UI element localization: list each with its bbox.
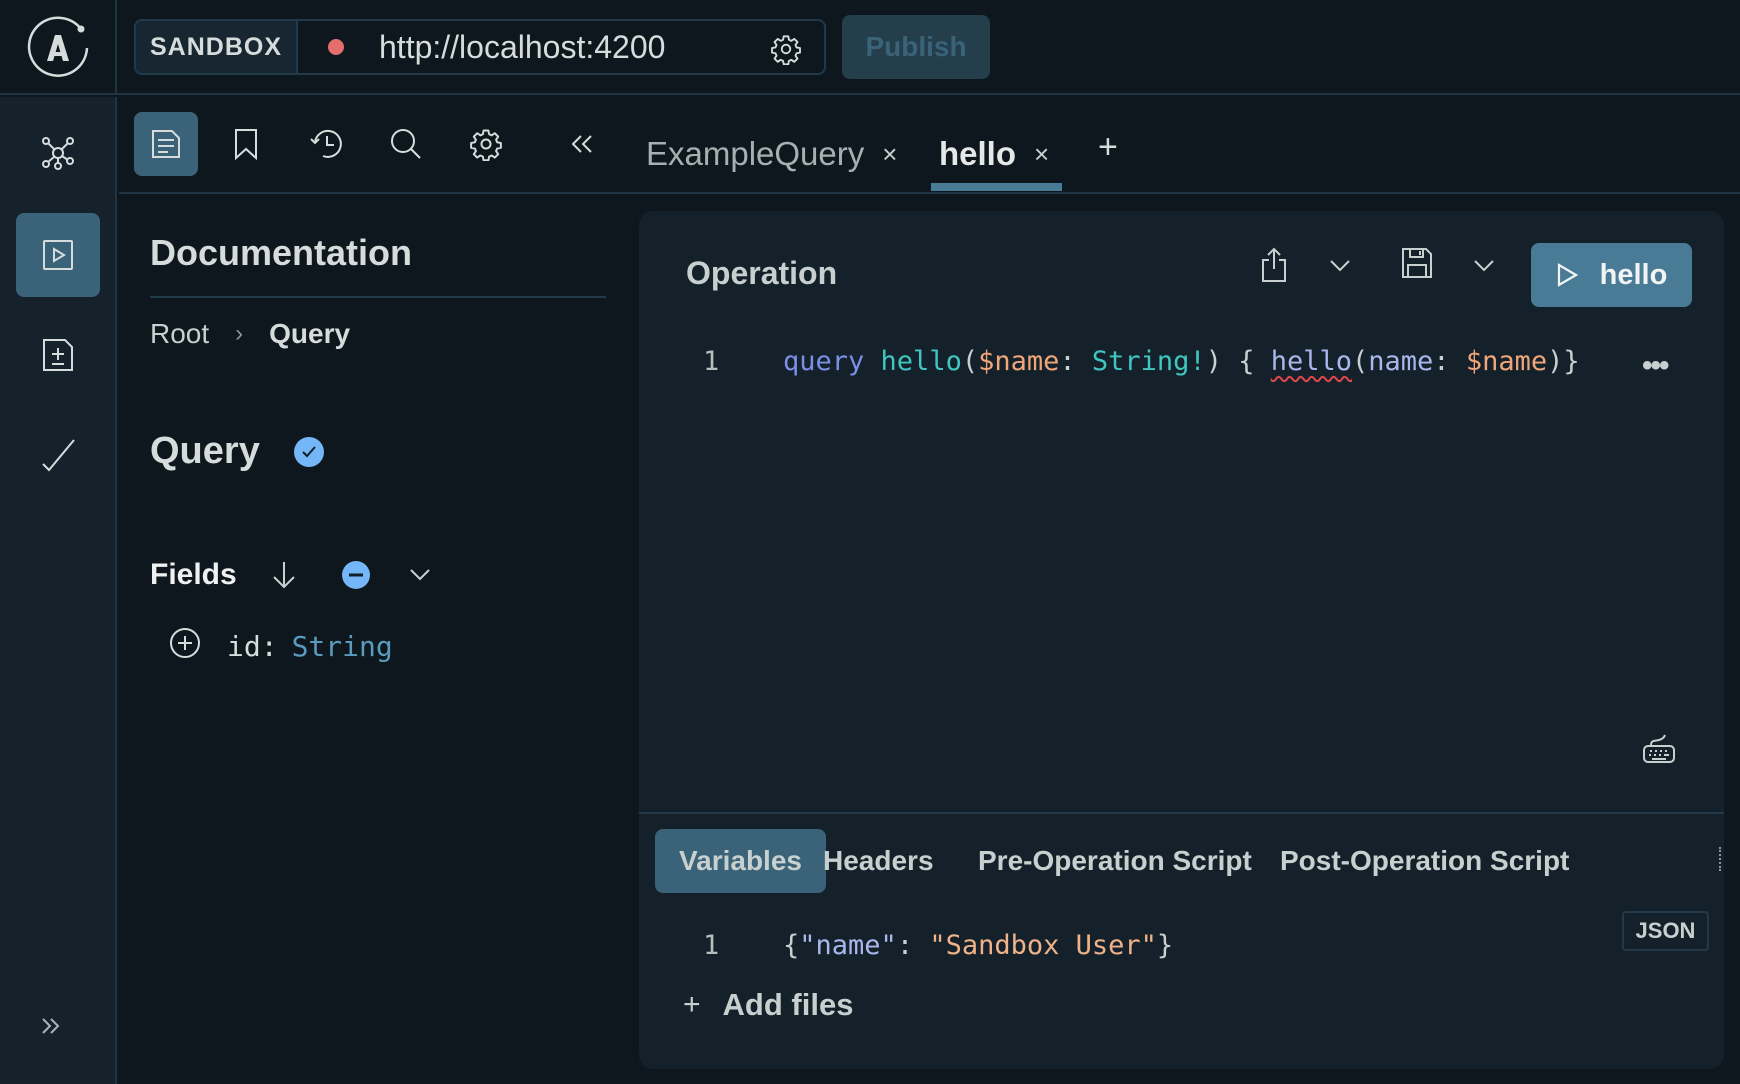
chevron-down-icon[interactable] [409, 568, 431, 582]
rail-item-changelog[interactable] [16, 313, 100, 397]
type-heading: Query [150, 430, 324, 473]
chevron-down-icon[interactable] [1473, 259, 1495, 278]
check-icon [42, 439, 75, 472]
field-name[interactable]: id: [227, 630, 278, 663]
close-icon[interactable]: × [1034, 139, 1049, 170]
add-tab-button[interactable]: + [1098, 128, 1118, 167]
close-icon[interactable]: × [882, 139, 897, 170]
operation-title: Operation [686, 255, 838, 291]
rail-item-explorer[interactable] [16, 213, 100, 297]
chevron-down-icon[interactable] [1329, 259, 1351, 278]
tab-label: ExampleQuery [646, 135, 865, 172]
keyboard-icon[interactable] [1642, 731, 1676, 770]
documentation-panel: Documentation Root › Query Query Fields … [119, 196, 629, 1084]
more-options-icon[interactable]: ••• [1642, 349, 1669, 383]
tab-pre-operation-script[interactable]: Pre-Operation Script [954, 829, 1276, 893]
file-diff-icon [43, 339, 73, 371]
type-name: Query [150, 430, 260, 472]
run-label: hello [1599, 258, 1668, 291]
collections-button[interactable] [214, 112, 278, 176]
search-icon [391, 129, 421, 159]
endpoint-url[interactable]: http://localhost:4200 [379, 29, 665, 66]
variables-text[interactable]: {"name": "Sandbox User"} [783, 930, 1173, 961]
code-editor-line[interactable]: 1 query hello($name: String!) { hello(na… [639, 341, 1724, 381]
apollo-logo-icon[interactable] [25, 15, 91, 81]
share-icon[interactable] [1259, 247, 1289, 288]
save-icon[interactable] [1401, 247, 1433, 284]
publish-button[interactable]: Publish [842, 15, 990, 79]
operation-panel: Operation hello 1 query hello($name: Str… [639, 211, 1724, 1069]
run-operation-button[interactable]: hello [1531, 243, 1692, 307]
tab-label: hello [939, 135, 1017, 172]
logo-cell [0, 0, 117, 95]
doc-icon [152, 130, 180, 158]
history-icon [310, 129, 342, 158]
history-button[interactable] [294, 112, 358, 176]
graph-icon [42, 137, 74, 170]
code-text[interactable]: query hello($name: String!) { hello(name… [783, 346, 1580, 377]
gear-icon [470, 129, 502, 161]
line-number: 1 [703, 345, 720, 377]
line-number: 1 [703, 929, 720, 961]
divider [150, 296, 606, 298]
field-item: id: String [169, 627, 393, 666]
verified-check-icon [293, 436, 324, 467]
fields-header: Fields [150, 558, 431, 592]
play-icon [1557, 263, 1578, 287]
gear-icon[interactable] [770, 33, 802, 70]
chevron-right-icon: › [235, 320, 244, 347]
tab-headers[interactable]: Headers [799, 829, 958, 893]
double-chevron-right-icon[interactable] [40, 1016, 62, 1042]
top-bar: SANDBOX http://localhost:4200 Publish [0, 0, 1740, 95]
divider [639, 812, 1724, 814]
documentation-button[interactable] [134, 112, 198, 176]
panel-title: Documentation [150, 232, 413, 273]
environment-label[interactable]: SANDBOX [136, 21, 298, 73]
double-chevron-left-icon [571, 135, 592, 153]
bookmark-icon [235, 129, 257, 160]
arrow-down-icon[interactable] [271, 560, 297, 590]
add-field-icon[interactable] [169, 627, 201, 666]
rail-item-schema[interactable] [16, 111, 100, 195]
breadcrumb: Root › Query [150, 318, 350, 350]
fields-label: Fields [150, 558, 237, 591]
tab-hello[interactable]: hello × [939, 117, 1049, 191]
tab-overflow-indicator[interactable] [1719, 847, 1722, 871]
variables-editor-line[interactable]: 1 {"name": "Sandbox User"} [639, 925, 1724, 965]
search-button[interactable] [374, 112, 438, 176]
error-field: hello [1270, 345, 1352, 377]
tab-examplequery[interactable]: ExampleQuery × [646, 117, 897, 191]
collapse-panel-button[interactable] [550, 112, 614, 176]
tab-post-operation-script[interactable]: Post-Operation Script [1256, 829, 1593, 893]
connection-status-dot [328, 39, 344, 55]
left-rail [0, 97, 117, 1084]
settings-button[interactable] [454, 112, 518, 176]
endpoint-group: SANDBOX http://localhost:4200 [134, 19, 826, 75]
plus-icon: + [683, 988, 701, 1021]
add-files-label: Add files [722, 987, 854, 1022]
play-square-icon [43, 240, 73, 270]
endpoint-input[interactable]: http://localhost:4200 [298, 21, 824, 73]
breadcrumb-current: Query [269, 318, 351, 349]
active-tab-indicator [931, 183, 1062, 191]
field-type[interactable]: String [292, 630, 393, 663]
add-files-button[interactable]: + Add files [683, 987, 853, 1023]
remove-all-icon[interactable] [341, 560, 371, 590]
rail-item-checks[interactable] [16, 413, 100, 497]
toolbar: ExampleQuery × hello × [119, 97, 1740, 194]
breadcrumb-root[interactable]: Root [150, 318, 209, 350]
